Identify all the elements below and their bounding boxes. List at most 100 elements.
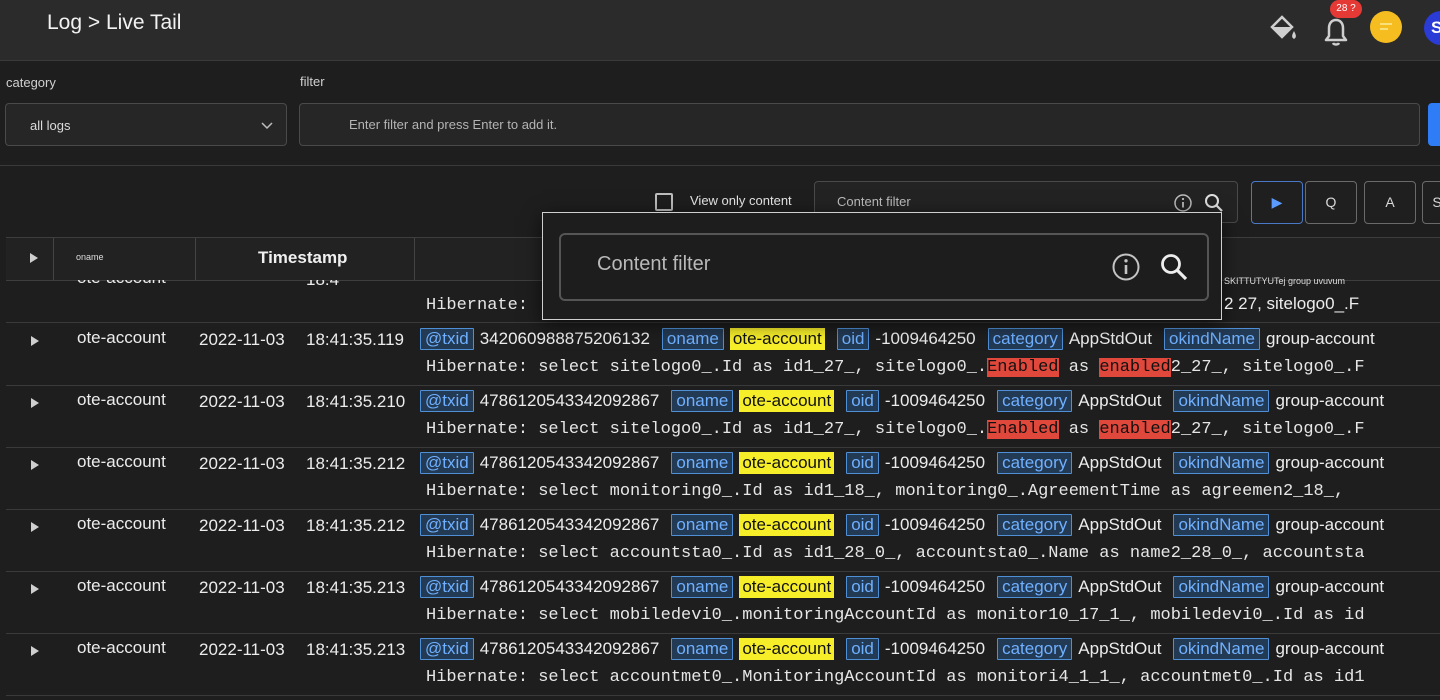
tag-okindname[interactable]: okindName (1173, 576, 1270, 598)
tag-okindname[interactable]: okindName (1173, 390, 1270, 412)
expand-row-icon[interactable] (30, 335, 40, 347)
txid-value: 4786120543342092867 (479, 639, 660, 658)
chevron-down-icon (261, 122, 273, 130)
tag-oid[interactable]: oid (836, 328, 870, 350)
column-header-timestamp[interactable]: Timestamp (258, 248, 347, 268)
help-chat-avatar[interactable] (1370, 11, 1402, 43)
popup-content-filter-input[interactable]: Content filter (559, 233, 1209, 301)
expand-row-icon[interactable] (30, 397, 40, 409)
tag-category[interactable]: category (997, 638, 1073, 660)
txid-value: 4786120543342092867 (479, 515, 660, 534)
category-value: AppStdOut (1078, 391, 1162, 410)
user-avatar[interactable]: S (1424, 11, 1440, 45)
row-fields: @txid 4786120543342092867 oname ote-account… (420, 390, 1384, 412)
table-row[interactable]: ote-account 2022-11-03 18:41:35.212 @txid 47… (6, 447, 1440, 510)
tag-category[interactable]: category (997, 514, 1073, 536)
row-fields: @txid 4786120543342092867 oname ote-account… (420, 576, 1384, 598)
tag-oname[interactable]: oname (671, 638, 734, 660)
tag-oname[interactable]: oname (671, 390, 734, 412)
row-fields: @txid 4786120543342092867 oname ote-account… (420, 638, 1384, 660)
expand-row-icon[interactable] (30, 521, 40, 533)
tag-okindname[interactable]: okindName (1173, 514, 1270, 536)
table-row[interactable]: ote-account 2022-11-03 18:41:35.210 @txid 47… (6, 385, 1440, 448)
settings-button[interactable]: S (1422, 181, 1440, 224)
row-fields: @txid 4786120543342092867 oname ote-account… (420, 514, 1384, 536)
tag-okindname[interactable]: okindName (1173, 452, 1270, 474)
section-divider (0, 165, 1440, 166)
message-text: Hibernate: select sitelogo0_.Id as id1_2… (426, 358, 988, 377)
info-icon[interactable] (1173, 193, 1193, 213)
message-text: Hibernate: select monitoring0_.Id as id1… (426, 482, 1345, 501)
tag-txid[interactable]: @txid (420, 328, 474, 350)
tag-okindname[interactable]: okindName (1173, 638, 1270, 660)
view-only-content-checkbox[interactable] (655, 193, 673, 211)
content-filter-placeholder: Content filter (837, 194, 911, 209)
okindname-value: group-account (1266, 329, 1375, 348)
txid-value: 342060988875206132 (479, 329, 650, 348)
table-row[interactable]: ote-account 2022-11-03 18:41:35.212 @txid 47… (6, 509, 1440, 572)
row-time: 18:41:35.213 (306, 640, 406, 659)
row-time: 18:41:35.119 (306, 330, 404, 349)
tag-oname[interactable]: oname (661, 328, 724, 350)
column-separator (53, 238, 54, 280)
tag-oid[interactable]: oid (846, 390, 879, 412)
row-oname: ote-account (77, 638, 166, 657)
tag-okindname[interactable]: okindName (1164, 328, 1261, 350)
expand-row-icon[interactable] (30, 459, 40, 471)
filter-input[interactable] (299, 103, 1420, 146)
content-filter-popup: Content filter (542, 212, 1222, 320)
theme-paint-button[interactable] (1266, 12, 1300, 46)
info-icon[interactable] (1111, 252, 1141, 282)
tag-txid[interactable]: @txid (420, 638, 474, 660)
okindname-value: group-account (1275, 515, 1385, 534)
expand-all-icon[interactable] (28, 252, 40, 264)
filter-add-button[interactable] (1428, 103, 1440, 146)
table-row[interactable]: ote-account 2022-11-03 18:41:35.213 @txid 47… (6, 571, 1440, 634)
query-button[interactable]: Q (1305, 181, 1357, 224)
tag-txid[interactable]: @txid (420, 452, 474, 474)
row-time: 18:41:35.212 (306, 454, 406, 473)
tag-oid[interactable]: oid (846, 576, 879, 598)
message-text: 2_27_, sitelogo0_.F (1170, 420, 1365, 439)
category-value: AppStdOut (1078, 577, 1162, 596)
tag-oname[interactable]: oname (671, 514, 734, 536)
tag-txid[interactable]: @txid (420, 514, 474, 536)
category-selected-value: all logs (30, 118, 71, 133)
category-value: AppStdOut (1068, 329, 1153, 348)
category-value: AppStdOut (1078, 453, 1162, 472)
tag-oid[interactable]: oid (846, 514, 879, 536)
filter-label: filter (300, 74, 325, 89)
tag-category[interactable]: category (997, 452, 1073, 474)
oid-value: -1009464250 (884, 391, 986, 410)
row-message: Hibernate: select mobiledevi0_.monitorin… (426, 606, 1365, 625)
category-select[interactable]: all logs (5, 103, 287, 146)
tag-txid[interactable]: @txid (420, 576, 474, 598)
row-oname: ote-account (77, 280, 166, 288)
table-row[interactable]: ote-account 2022-11-03 18:41:35.119 @txid 34… (6, 323, 1440, 386)
tag-category[interactable]: category (997, 576, 1073, 598)
column-header-oname[interactable]: oname (76, 252, 104, 262)
tag-category[interactable]: category (997, 390, 1073, 412)
tag-oname[interactable]: oname (671, 576, 734, 598)
row-fields: @txid 342060988875206132 oname ote-account o… (420, 328, 1375, 350)
play-live-tail-button[interactable]: ▶ (1251, 181, 1303, 224)
tag-category[interactable]: category (987, 328, 1063, 350)
column-separator (414, 238, 415, 280)
highlight-match: enabled (1099, 420, 1171, 439)
row-oname: ote-account (77, 452, 166, 471)
tag-oname[interactable]: oname (671, 452, 734, 474)
tag-txid[interactable]: @txid (420, 390, 474, 412)
expand-row-icon[interactable] (30, 645, 40, 657)
expand-row-icon[interactable] (30, 583, 40, 595)
view-only-content-label: View only content (690, 193, 792, 208)
category-value: AppStdOut (1078, 515, 1162, 534)
tag-oid[interactable]: oid (846, 452, 879, 474)
search-icon[interactable] (1159, 252, 1189, 282)
row-oname: ote-account (77, 576, 166, 595)
tag-oid[interactable]: oid (846, 638, 879, 660)
search-icon[interactable] (1203, 192, 1225, 214)
auto-button[interactable]: A (1364, 181, 1416, 224)
chat-bubble-icon (1380, 23, 1392, 30)
table-row[interactable]: ote-account 2022-11-03 18:41:35.213 @txid 47… (6, 633, 1440, 696)
oid-value: -1009464250 (875, 329, 976, 348)
